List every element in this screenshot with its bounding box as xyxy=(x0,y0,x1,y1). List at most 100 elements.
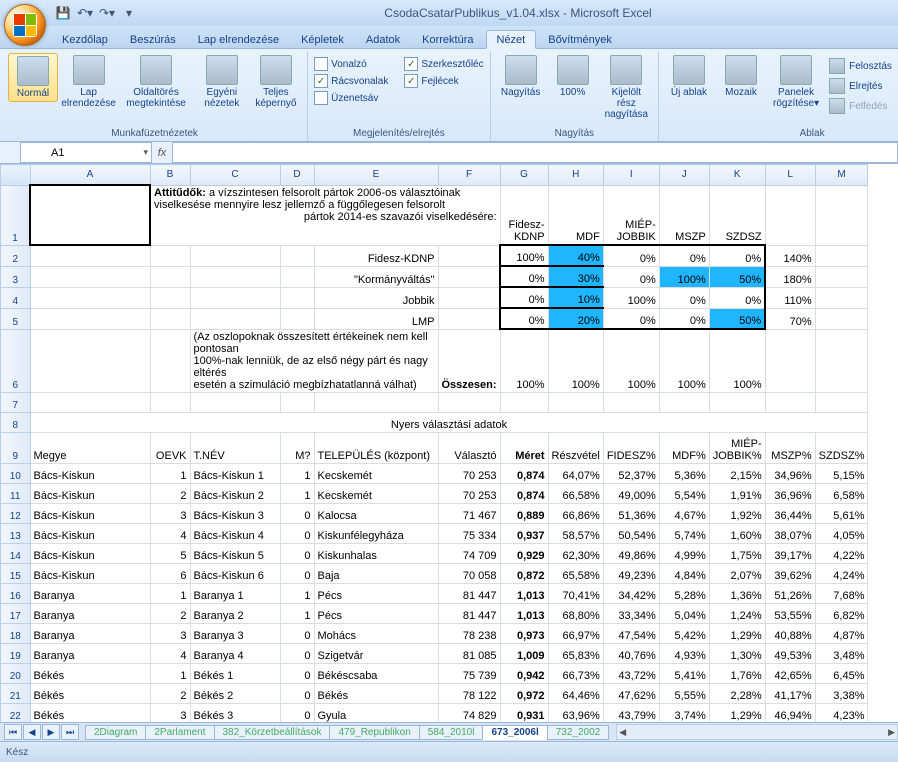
sheet-tab[interactable]: 732_2002 xyxy=(547,725,610,740)
cell[interactable]: 2 xyxy=(150,603,190,623)
cell[interactable]: MDF xyxy=(548,185,603,245)
cell[interactable] xyxy=(280,392,314,412)
name-box[interactable]: A1 xyxy=(20,142,152,163)
tab-nezet[interactable]: Nézet xyxy=(486,30,537,49)
cell[interactable]: 0% xyxy=(709,287,765,308)
row-header[interactable]: 10 xyxy=(1,463,31,483)
cell[interactable]: 6,58% xyxy=(815,483,868,503)
cell[interactable]: 5,15% xyxy=(815,463,868,483)
cell[interactable]: 0% xyxy=(603,266,659,287)
cell[interactable]: 1,29% xyxy=(709,703,765,722)
cell[interactable]: M? xyxy=(280,432,314,463)
cell[interactable] xyxy=(815,287,868,308)
row-header[interactable]: 21 xyxy=(1,683,31,703)
cell[interactable]: Összesen: xyxy=(438,329,500,392)
page-layout-button[interactable]: Lap elrendezése xyxy=(62,53,115,111)
cell[interactable] xyxy=(815,185,868,245)
row-header[interactable]: 15 xyxy=(1,563,31,583)
cell[interactable]: Békés 3 xyxy=(190,703,280,722)
col-header-G[interactable]: G xyxy=(500,165,548,186)
tab-nav-last-icon[interactable]: ⏭ xyxy=(61,724,79,740)
cell[interactable]: 100% xyxy=(659,266,709,287)
cell[interactable] xyxy=(438,287,500,308)
cell[interactable]: Bács-Kiskun xyxy=(30,483,150,503)
cell[interactable]: 40,88% xyxy=(765,623,815,643)
row-header[interactable]: 3 xyxy=(1,266,31,287)
cell[interactable]: 33,34% xyxy=(603,603,659,623)
cell[interactable]: 40,76% xyxy=(603,643,659,663)
cell[interactable]: 68,80% xyxy=(548,603,603,623)
col-header-J[interactable]: J xyxy=(659,165,709,186)
cell[interactable]: 1 xyxy=(150,463,190,483)
row-header[interactable]: 11 xyxy=(1,483,31,503)
cell[interactable]: 4,87% xyxy=(815,623,868,643)
cell[interactable] xyxy=(190,245,280,266)
cell[interactable]: 41,17% xyxy=(765,683,815,703)
cell[interactable]: 1 xyxy=(150,663,190,683)
cell[interactable]: 100% xyxy=(500,329,548,392)
cell[interactable]: Kecskemét xyxy=(314,463,438,483)
cell[interactable]: Baranya 1 xyxy=(190,583,280,603)
tab-kepletek[interactable]: Képletek xyxy=(291,31,354,48)
col-header-H[interactable]: H xyxy=(548,165,603,186)
formula-bar-checkbox[interactable]: ✓Szerkesztőléc xyxy=(404,57,483,71)
cell[interactable] xyxy=(30,287,150,308)
tab-nav-next-icon[interactable]: ▶ xyxy=(42,724,60,740)
cell[interactable]: 71 467 xyxy=(438,503,500,523)
col-header-D[interactable]: D xyxy=(280,165,314,186)
cell[interactable]: 38,07% xyxy=(765,523,815,543)
cell[interactable]: 1 xyxy=(280,463,314,483)
cell[interactable]: 5,36% xyxy=(659,463,709,483)
cell[interactable]: SZDSZ xyxy=(709,185,765,245)
cell[interactable]: Bács-Kiskun xyxy=(30,523,150,543)
cell[interactable]: 0,937 xyxy=(500,523,548,543)
cell[interactable]: 0 xyxy=(280,563,314,583)
cell[interactable]: 70 253 xyxy=(438,463,500,483)
cell[interactable]: 4,05% xyxy=(815,523,868,543)
cell[interactable]: 100% xyxy=(659,329,709,392)
ruler-checkbox[interactable]: Vonalzó xyxy=(314,57,388,71)
sheet-tab[interactable]: 479_Republikon xyxy=(329,725,419,740)
cell[interactable]: T.NÉV xyxy=(190,432,280,463)
cell[interactable]: Baranya xyxy=(30,583,150,603)
cell[interactable]: 66,97% xyxy=(548,623,603,643)
row-header[interactable]: 5 xyxy=(1,308,31,329)
tab-korrektura[interactable]: Korrektúra xyxy=(412,31,483,48)
cell[interactable]: Kiskunhalas xyxy=(314,543,438,563)
cell[interactable]: Baranya 2 xyxy=(190,603,280,623)
cell[interactable]: 75 739 xyxy=(438,663,500,683)
cell[interactable]: 66,86% xyxy=(548,503,603,523)
row-header[interactable]: 14 xyxy=(1,543,31,563)
row-header[interactable]: 9 xyxy=(1,432,31,463)
cell[interactable]: 52,37% xyxy=(603,463,659,483)
cell[interactable]: 2,15% xyxy=(709,463,765,483)
cell[interactable]: 5,61% xyxy=(815,503,868,523)
row-header[interactable]: 2 xyxy=(1,245,31,266)
cell[interactable]: Fidesz-KDNP xyxy=(314,245,438,266)
tab-kezdolap[interactable]: Kezdőlap xyxy=(52,31,118,48)
cell[interactable]: 5 xyxy=(150,543,190,563)
cell[interactable]: 70,41% xyxy=(548,583,603,603)
cell[interactable] xyxy=(30,245,150,266)
cell[interactable]: Baja xyxy=(314,563,438,583)
row-header[interactable]: 4 xyxy=(1,287,31,308)
custom-views-button[interactable]: Egyéni nézetek xyxy=(197,53,247,111)
cell[interactable] xyxy=(815,245,868,266)
cell[interactable] xyxy=(500,392,548,412)
cell[interactable]: OEVK xyxy=(150,432,190,463)
cell[interactable]: Megye xyxy=(30,432,150,463)
cell[interactable]: 1,24% xyxy=(709,603,765,623)
cell[interactable]: 49,86% xyxy=(603,543,659,563)
cell[interactable]: 0,942 xyxy=(500,663,548,683)
cell[interactable] xyxy=(280,245,314,266)
cell[interactable] xyxy=(438,245,500,266)
row-header[interactable]: 8 xyxy=(1,412,31,432)
horizontal-scrollbar[interactable]: ◀▶ xyxy=(616,724,898,740)
gridlines-checkbox[interactable]: ✓Rácsvonalak xyxy=(314,74,388,88)
cell[interactable] xyxy=(815,329,868,392)
col-header-E[interactable]: E xyxy=(314,165,438,186)
cell[interactable] xyxy=(280,308,314,329)
cell[interactable]: 0 xyxy=(280,623,314,643)
cell[interactable]: 1 xyxy=(150,583,190,603)
cell[interactable]: 81 447 xyxy=(438,583,500,603)
